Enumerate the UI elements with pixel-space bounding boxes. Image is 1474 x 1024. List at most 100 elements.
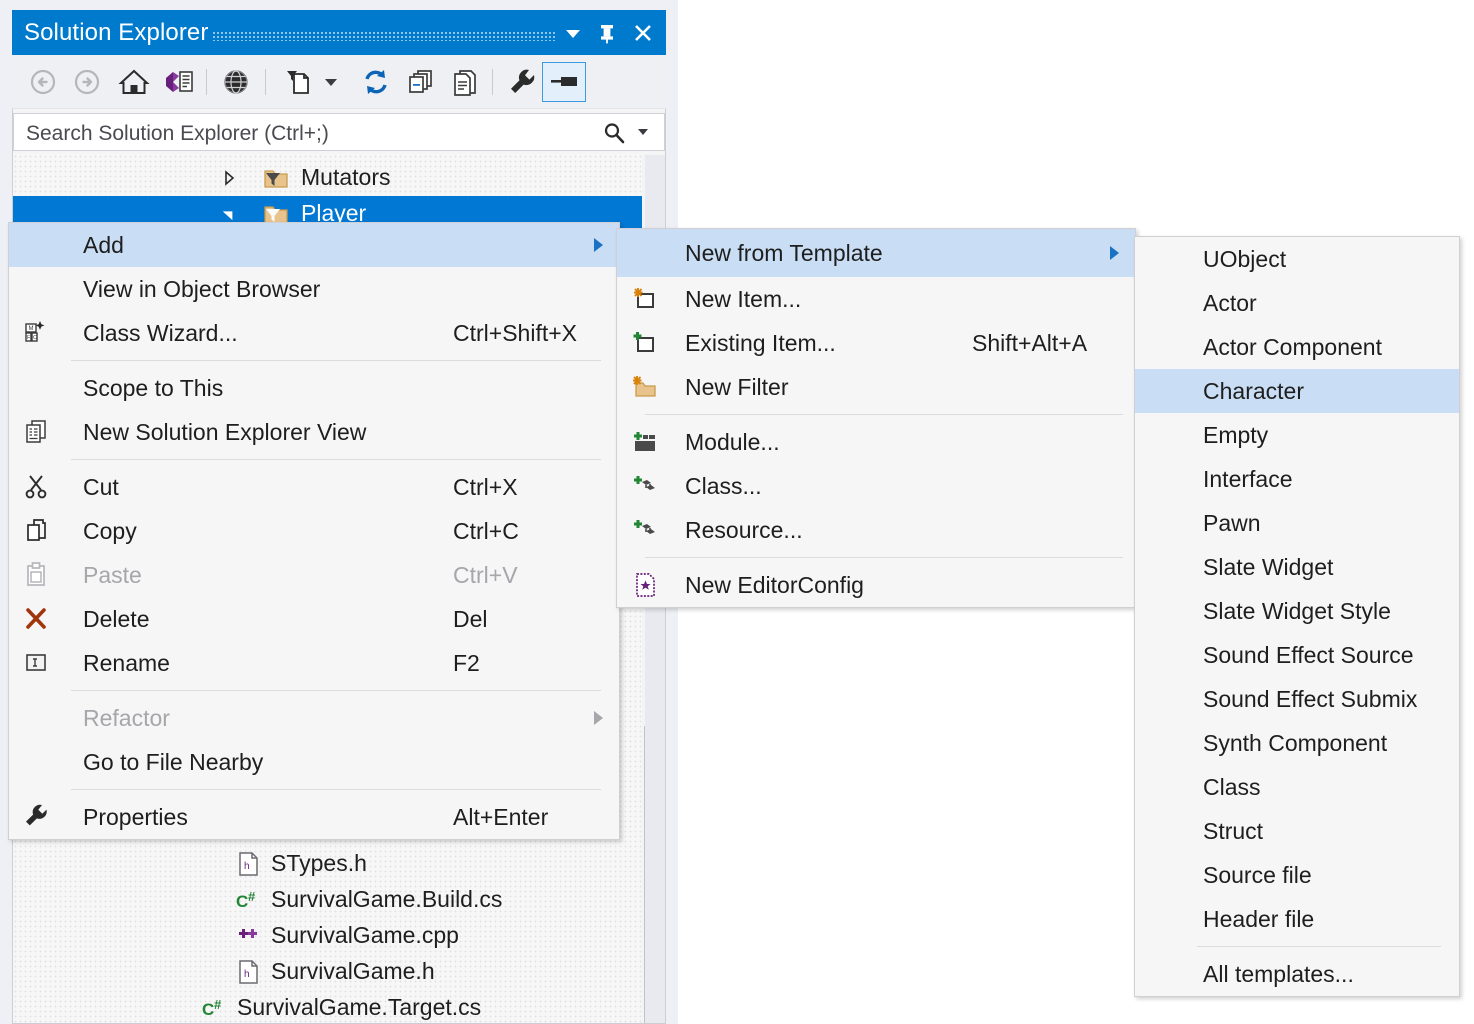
solution-explorer-titlebar: Solution Explorer: [12, 10, 666, 55]
chevron-down-icon: [566, 29, 580, 38]
tree-row-stypes-h[interactable]: h STypes.h: [13, 846, 628, 882]
search-icon[interactable]: [602, 121, 626, 145]
globe-filter-icon: [224, 70, 248, 94]
menu-item-actor-component[interactable]: Actor Component: [1135, 325, 1459, 369]
menu-item-label: Class Wizard...: [83, 320, 238, 346]
menu-item-synth-component[interactable]: Synth Component: [1135, 721, 1459, 765]
toolbar-forward-button[interactable]: [68, 63, 106, 101]
toolbar-refresh-button[interactable]: [357, 63, 395, 101]
menu-item-source-file[interactable]: Source file: [1135, 853, 1459, 897]
menu-item-label: Character: [1203, 378, 1304, 404]
menu-item-module[interactable]: Module...: [617, 420, 1135, 464]
menu-item-sound-effect-submix[interactable]: Sound Effect Submix: [1135, 677, 1459, 721]
titlebar-close-button[interactable]: [626, 10, 660, 55]
toolbar-sync-with-active-document-button[interactable]: [446, 63, 484, 101]
menu-item-label: Resource...: [685, 517, 803, 543]
search-input[interactable]: Search Solution Explorer (Ctrl+;): [13, 113, 665, 151]
sync-document-icon: [454, 70, 476, 96]
chevron-down-icon[interactable]: [221, 206, 235, 222]
chevron-right-icon[interactable]: [223, 170, 237, 186]
tree-row-mutators[interactable]: Mutators: [13, 160, 628, 196]
menu-item-label: Refactor: [83, 705, 170, 731]
menu-item-label: Add: [83, 232, 124, 258]
toolbar-collapse-all-button[interactable]: [402, 63, 440, 101]
chevron-down-icon: [325, 79, 337, 86]
toolbar-pending-changes-filter-button[interactable]: [217, 63, 255, 101]
csharp-file-icon: C #: [202, 997, 222, 1019]
toolbar-home-button[interactable]: [115, 63, 153, 101]
new-filter-icon: [633, 376, 656, 397]
svg-text:#: #: [248, 889, 256, 904]
menu-item-rename[interactable]: Rename F2: [9, 641, 619, 685]
menu-item-label: New from Template: [685, 240, 883, 266]
header-file-icon: h: [239, 852, 258, 876]
menu-item-label: Class: [1203, 774, 1261, 800]
menu-item-refactor[interactable]: Refactor: [9, 696, 619, 740]
tree-row-survivalgame-build-cs[interactable]: C # SurvivalGame.Build.cs: [13, 882, 628, 918]
menu-item-new-editorconfig[interactable]: New EditorConfig: [617, 563, 1135, 607]
menu-item-existing-item[interactable]: Existing Item... Shift+Alt+A: [617, 321, 1135, 365]
menu-item-new-filter[interactable]: New Filter: [617, 365, 1135, 409]
toolbar-solution-view-button[interactable]: [160, 63, 198, 101]
menu-item-label: Header file: [1203, 906, 1315, 932]
menu-item-resource[interactable]: Resource...: [617, 508, 1135, 552]
menu-item-sound-effect-source[interactable]: Sound Effect Source: [1135, 633, 1459, 677]
menu-item-class-template[interactable]: Class: [1135, 765, 1459, 809]
tree-label: SurvivalGame.Target.cs: [237, 994, 482, 1020]
titlebar-pin-button[interactable]: [590, 10, 624, 55]
wrench-icon: [511, 69, 535, 93]
menu-item-label: Actor: [1203, 290, 1257, 316]
menu-separator: [645, 557, 1123, 558]
editorconfig-icon: [636, 573, 655, 597]
menu-item-pawn[interactable]: Pawn: [1135, 501, 1459, 545]
menu-item-new-solution-explorer-view[interactable]: New Solution Explorer View: [9, 410, 619, 454]
menu-item-actor[interactable]: Actor: [1135, 281, 1459, 325]
menu-item-slate-widget[interactable]: Slate Widget: [1135, 545, 1459, 589]
template-submenu: UObject Actor Actor Component Character …: [1134, 236, 1460, 997]
menu-item-view-in-object-browser[interactable]: View in Object Browser: [9, 267, 619, 311]
menu-item-all-templates[interactable]: All templates...: [1135, 952, 1459, 996]
filter-folder-icon: [264, 170, 288, 188]
menu-item-header-file[interactable]: Header file: [1135, 897, 1459, 941]
menu-item-new-from-template[interactable]: New from Template: [617, 229, 1135, 277]
menu-item-slate-widget-style[interactable]: Slate Widget Style: [1135, 589, 1459, 633]
menu-item-scope-to-this[interactable]: Scope to This: [9, 366, 619, 410]
menu-item-cut[interactable]: Cut Ctrl+X: [9, 465, 619, 509]
toolbar-properties-button[interactable]: [504, 63, 542, 101]
menu-item-paste[interactable]: Paste Ctrl+V: [9, 553, 619, 597]
menu-item-class[interactable]: Class...: [617, 464, 1135, 508]
home-icon: [118, 69, 150, 94]
titlebar-dropdown-button[interactable]: [556, 10, 590, 55]
menu-item-struct[interactable]: Struct: [1135, 809, 1459, 853]
toolbar-back-button[interactable]: [24, 63, 62, 101]
toolbar-show-all-files-button[interactable]: [278, 63, 316, 101]
menu-separator: [71, 459, 601, 460]
titlebar-drag-handle[interactable]: [212, 31, 556, 41]
menu-item-go-to-file-nearby[interactable]: Go to File Nearby: [9, 740, 619, 784]
class-wizard-icon: M F C: [25, 321, 45, 342]
menu-item-delete[interactable]: Delete Del: [9, 597, 619, 641]
menu-item-add[interactable]: Add: [9, 223, 619, 267]
menu-item-class-wizard[interactable]: M F C Class Wizard... Ctrl+Shift+X: [9, 311, 619, 355]
menu-item-shortcut: Shift+Alt+A: [972, 330, 1088, 356]
refresh-icon: [365, 70, 387, 94]
menu-item-interface[interactable]: Interface: [1135, 457, 1459, 501]
search-dropdown-caret[interactable]: [638, 129, 648, 135]
new-item-icon: [634, 288, 654, 308]
menu-item-character[interactable]: Character: [1135, 369, 1459, 413]
toolbar-preview-selected-items-button[interactable]: [542, 62, 586, 102]
tree-row-survivalgame-h[interactable]: h SurvivalGame.h: [13, 954, 628, 990]
menu-item-copy[interactable]: Copy Ctrl+C: [9, 509, 619, 553]
menu-item-uobject[interactable]: UObject: [1135, 237, 1459, 281]
menu-item-empty[interactable]: Empty: [1135, 413, 1459, 457]
header-file-icon: h: [239, 960, 258, 984]
add-class-icon: [634, 476, 655, 490]
tree-row-survivalgame-target-cs[interactable]: C # SurvivalGame.Target.cs: [13, 990, 628, 1023]
toolbar-show-all-files-dropdown[interactable]: [312, 63, 350, 101]
submenu-arrow-icon: [594, 238, 603, 252]
menu-item-shortcut: Ctrl+V: [453, 562, 518, 588]
menu-item-properties[interactable]: Properties Alt+Enter: [9, 795, 619, 839]
tree-row-survivalgame-cpp[interactable]: SurvivalGame.cpp: [13, 918, 628, 954]
menu-item-label: Slate Widget Style: [1203, 598, 1391, 624]
menu-item-new-item[interactable]: New Item...: [617, 277, 1135, 321]
